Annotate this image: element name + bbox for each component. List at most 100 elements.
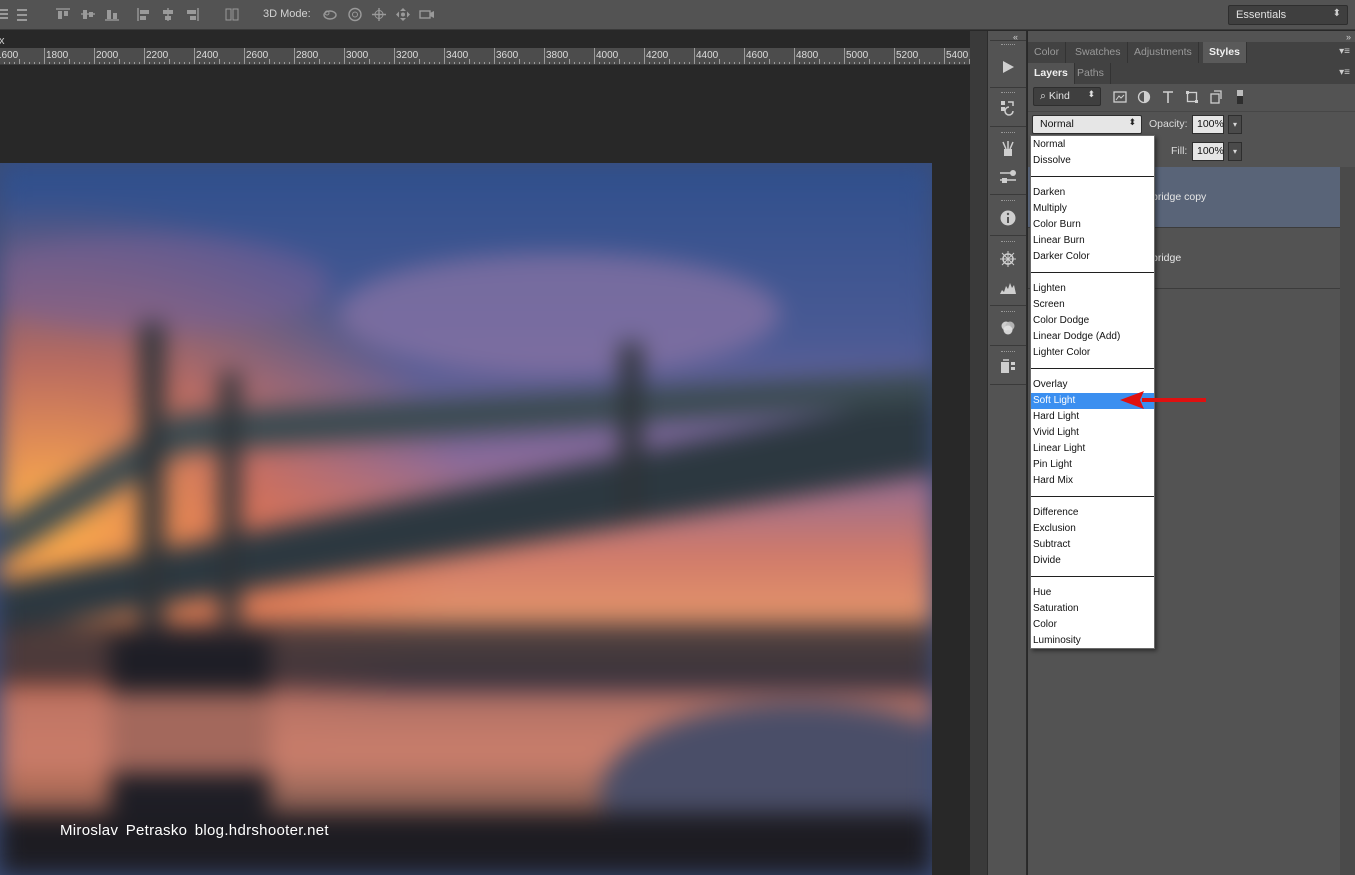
divider bbox=[990, 384, 1026, 385]
menu-separator bbox=[1031, 176, 1154, 177]
play-actions-icon[interactable] bbox=[997, 57, 1019, 77]
blend-option-linear-light[interactable]: Linear Light bbox=[1031, 441, 1154, 457]
vertical-scrollbar[interactable] bbox=[970, 31, 987, 875]
ruler-label: 5200 bbox=[896, 50, 919, 61]
panel-grip-icon[interactable] bbox=[1001, 132, 1015, 134]
tab-paths[interactable]: Paths bbox=[1071, 63, 1111, 84]
panel-grip-icon[interactable] bbox=[1001, 241, 1015, 243]
opacity-dropdown-icon[interactable]: ▾ bbox=[1228, 115, 1242, 134]
fill-input[interactable]: 100% bbox=[1192, 142, 1224, 161]
blend-option-divide[interactable]: Divide bbox=[1031, 553, 1154, 569]
slide-3d-icon[interactable] bbox=[395, 7, 411, 22]
tool-presets-icon[interactable] bbox=[997, 167, 1019, 187]
filter-toggle-switch[interactable] bbox=[1233, 90, 1243, 104]
tab-layers[interactable]: Layers bbox=[1028, 63, 1075, 84]
close-document-icon[interactable]: x bbox=[0, 35, 5, 47]
align-right-edges-icon[interactable] bbox=[184, 7, 200, 22]
filter-type-icon[interactable] bbox=[1161, 90, 1175, 104]
panel-menu-icon[interactable]: ▾≡ bbox=[1339, 46, 1350, 57]
align-vertical-centers-icon[interactable] bbox=[80, 7, 96, 22]
panel-grip-icon[interactable] bbox=[1001, 92, 1015, 94]
tab-styles[interactable]: Styles bbox=[1203, 42, 1247, 63]
tab-color[interactable]: Color bbox=[1028, 42, 1067, 63]
info-icon[interactable] bbox=[997, 208, 1019, 228]
align-bottom-edges-icon[interactable] bbox=[104, 7, 120, 22]
blend-option-lighter-color[interactable]: Lighter Color bbox=[1031, 345, 1154, 361]
horizontal-ruler: 1600 1800 2000 2200 2400 2600 2800 3000 3200 3400… bbox=[0, 48, 970, 65]
updown-arrow-icon: ⬍ bbox=[1087, 89, 1095, 99]
panel-grip-icon[interactable] bbox=[1001, 351, 1015, 353]
options-bar: 3D Mode: Essentials ⬍ bbox=[0, 0, 1355, 30]
rotate-3d-icon[interactable] bbox=[322, 7, 338, 22]
tab-swatches[interactable]: Swatches bbox=[1069, 42, 1128, 63]
ruler-label: 5000 bbox=[846, 50, 869, 61]
ruler-label: 4000 bbox=[596, 50, 619, 61]
blend-option-exclusion[interactable]: Exclusion bbox=[1031, 521, 1154, 537]
blend-option-hue[interactable]: Hue bbox=[1031, 585, 1154, 601]
panel-grip-icon[interactable] bbox=[1001, 311, 1015, 313]
blend-option-pin-light[interactable]: Pin Light bbox=[1031, 457, 1154, 473]
canvas-photo[interactable] bbox=[0, 163, 932, 875]
opacity-input[interactable]: 100% bbox=[1192, 115, 1224, 134]
divider bbox=[990, 194, 1026, 195]
fill-label: Fill: bbox=[1171, 145, 1188, 157]
brush-presets-icon[interactable] bbox=[997, 139, 1019, 159]
tab-adjustments[interactable]: Adjustments bbox=[1128, 42, 1199, 63]
layers-panel-tabs: Layers Paths ▾≡ bbox=[1028, 63, 1355, 84]
align-top-edges-icon[interactable] bbox=[55, 7, 71, 22]
blend-option-saturation[interactable]: Saturation bbox=[1031, 601, 1154, 617]
blend-option-color-burn[interactable]: Color Burn bbox=[1031, 217, 1154, 233]
blend-option-hard-light[interactable]: Hard Light bbox=[1031, 409, 1154, 425]
properties-icon[interactable] bbox=[997, 357, 1019, 377]
panel-grip-icon[interactable] bbox=[1001, 44, 1015, 46]
blend-option-lighten[interactable]: Lighten bbox=[1031, 281, 1154, 297]
collapse-panels-button[interactable]: » bbox=[1346, 32, 1351, 42]
align-left-edges-icon[interactable] bbox=[136, 7, 152, 22]
channels-icon[interactable] bbox=[997, 318, 1019, 338]
blend-option-linear-dodge-add[interactable]: Linear Dodge (Add) bbox=[1031, 329, 1154, 345]
blend-option-hard-mix[interactable]: Hard Mix bbox=[1031, 473, 1154, 489]
blend-option-darken[interactable]: Darken bbox=[1031, 185, 1154, 201]
blend-option-color[interactable]: Color bbox=[1031, 617, 1154, 633]
blend-option-vivid-light[interactable]: Vivid Light bbox=[1031, 425, 1154, 441]
blend-option-multiply[interactable]: Multiply bbox=[1031, 201, 1154, 217]
blend-option-screen[interactable]: Screen bbox=[1031, 297, 1154, 313]
scale-3d-icon[interactable] bbox=[419, 7, 435, 22]
filter-pixel-icon[interactable] bbox=[1113, 90, 1127, 104]
divider bbox=[990, 305, 1026, 306]
ruler-label: 4800 bbox=[796, 50, 819, 61]
ruler-label: 2200 bbox=[146, 50, 169, 61]
divider bbox=[990, 40, 1026, 41]
blend-option-subtract[interactable]: Subtract bbox=[1031, 537, 1154, 553]
align-top-edges-icon[interactable] bbox=[0, 7, 12, 22]
distribute-icon[interactable] bbox=[14, 7, 30, 22]
drag-3d-icon[interactable] bbox=[371, 7, 387, 22]
blend-option-difference[interactable]: Difference bbox=[1031, 505, 1154, 521]
filter-kind-select[interactable]: ⌕ Kind ⬍ bbox=[1033, 87, 1101, 106]
ruler-label: 2800 bbox=[296, 50, 319, 61]
auto-align-layers-icon[interactable] bbox=[224, 7, 240, 22]
ruler-label: 3800 bbox=[546, 50, 569, 61]
blend-option-color-dodge[interactable]: Color Dodge bbox=[1031, 313, 1154, 329]
blend-option-linear-burn[interactable]: Linear Burn bbox=[1031, 233, 1154, 249]
blend-mode-select[interactable]: Normal ⬍ bbox=[1032, 115, 1142, 134]
roll-3d-icon[interactable] bbox=[347, 7, 363, 22]
fill-dropdown-icon[interactable]: ▾ bbox=[1228, 142, 1242, 161]
blend-option-dissolve[interactable]: Dissolve bbox=[1031, 153, 1154, 169]
filter-shape-icon[interactable] bbox=[1185, 90, 1199, 104]
panel-menu-icon[interactable]: ▾≡ bbox=[1339, 67, 1350, 78]
filter-smart-object-icon[interactable] bbox=[1209, 90, 1223, 104]
histogram-icon[interactable] bbox=[997, 278, 1019, 298]
panel-grip-icon[interactable] bbox=[1001, 200, 1015, 202]
blend-option-luminosity[interactable]: Luminosity bbox=[1031, 633, 1154, 649]
blend-option-darker-color[interactable]: Darker Color bbox=[1031, 249, 1154, 265]
align-horizontal-centers-icon[interactable] bbox=[160, 7, 176, 22]
layers-scrollbar[interactable] bbox=[1340, 167, 1355, 875]
history-icon[interactable] bbox=[997, 98, 1019, 118]
layer-filter-row: ⌕ Kind ⬍ bbox=[1028, 84, 1355, 110]
navigator-icon[interactable] bbox=[997, 249, 1019, 269]
filter-adjustment-icon[interactable] bbox=[1137, 90, 1151, 104]
blend-option-normal[interactable]: Normal bbox=[1031, 137, 1154, 153]
3d-mode-label: 3D Mode: bbox=[263, 8, 311, 20]
workspace-select[interactable]: Essentials ⬍ bbox=[1228, 5, 1348, 25]
